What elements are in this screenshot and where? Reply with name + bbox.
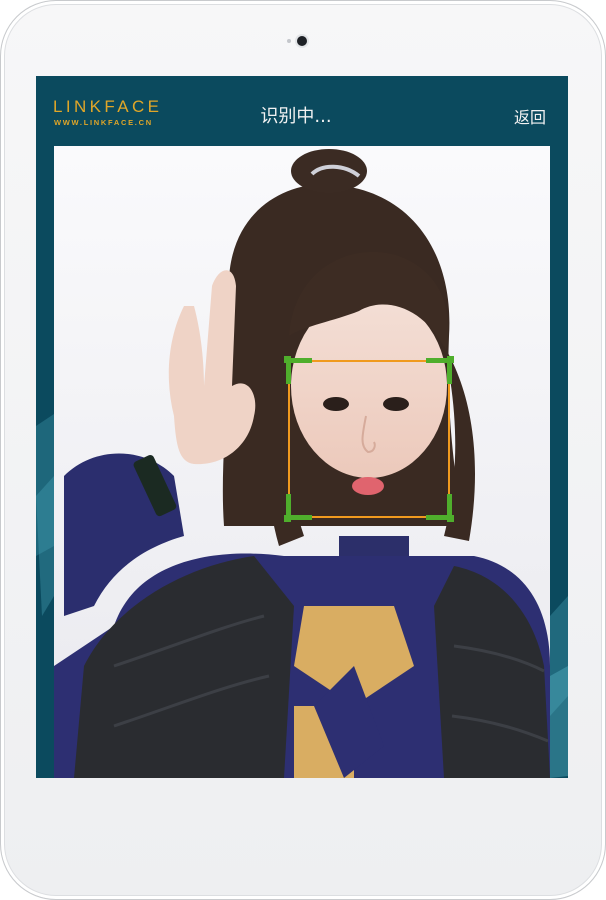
face-detection-frame — [284, 356, 454, 522]
front-camera — [297, 36, 307, 46]
camera-preview — [54, 146, 550, 778]
app-header: LINKFACE WWW.LINKFACE.CN 识别中... 返回 — [36, 76, 568, 146]
page-title: 识别中... — [260, 106, 332, 127]
app-screen: LINKFACE WWW.LINKFACE.CN 识别中... 返回 — [36, 76, 568, 778]
back-button[interactable]: 返回 — [514, 104, 546, 128]
frame-dot-top-right — [447, 356, 454, 363]
frame-dot-bottom-right — [447, 515, 454, 522]
front-sensor — [287, 39, 291, 43]
frame-dot-bottom-left — [284, 515, 291, 522]
brand-logo: LINKFACE WWW.LINKFACE.CN — [53, 98, 183, 130]
brand-name: LINKFACE — [53, 97, 163, 116]
frame-dot-top-left — [284, 356, 291, 363]
brand-url: WWW.LINKFACE.CN — [54, 118, 153, 127]
